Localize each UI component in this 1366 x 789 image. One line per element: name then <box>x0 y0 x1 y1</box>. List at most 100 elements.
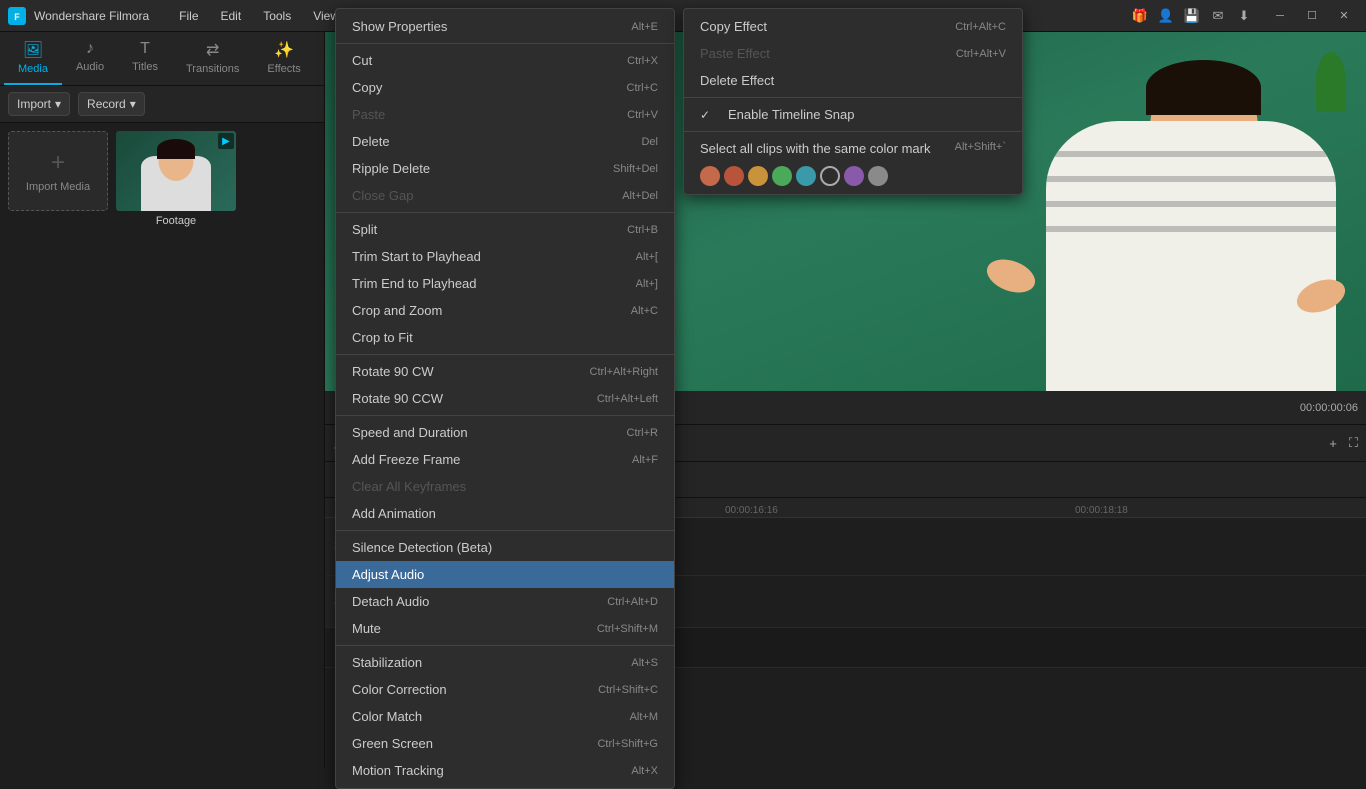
tab-media[interactable]: 🖼 Media <box>4 32 62 85</box>
account-icon[interactable]: 👤 <box>1156 6 1176 26</box>
fullscreen-button[interactable]: ⛶ <box>1349 435 1358 451</box>
tab-audio[interactable]: ♪ Audio <box>62 32 118 85</box>
cm-green-screen-label: Green Screen <box>352 736 589 751</box>
cm-speed-duration-label: Speed and Duration <box>352 425 619 440</box>
mail-icon[interactable]: ✉ <box>1208 6 1228 26</box>
tab-transitions[interactable]: ⇄ Transitions <box>172 32 253 85</box>
cm-rotate-ccw[interactable]: Rotate 90 CCW Ctrl+Alt+Left <box>336 385 674 412</box>
cm-copy-effect[interactable]: Copy Effect Ctrl+Alt+C <box>684 13 1022 40</box>
cm-sep-3 <box>336 354 674 355</box>
maximize-button[interactable]: ☐ <box>1298 6 1326 26</box>
color-swatch-orange[interactable] <box>748 166 768 186</box>
cm-paste-effect: Paste Effect Ctrl+Alt+V <box>684 40 1022 67</box>
cm-mute[interactable]: Mute Ctrl+Shift+M <box>336 615 674 642</box>
cm-detach-audio[interactable]: Detach Audio Ctrl+Alt+D <box>336 588 674 615</box>
cm-ripple-delete-label: Ripple Delete <box>352 161 605 176</box>
context-menu-effects: Copy Effect Ctrl+Alt+C Paste Effect Ctrl… <box>683 8 1023 195</box>
cm-color-correction[interactable]: Color Correction Ctrl+Shift+C <box>336 676 674 703</box>
app-title: Wondershare Filmora <box>34 9 149 23</box>
cm-rotate-cw[interactable]: Rotate 90 CW Ctrl+Alt+Right <box>336 358 674 385</box>
menu-file[interactable]: File <box>169 5 208 27</box>
cm-add-animation[interactable]: Add Animation <box>336 500 674 527</box>
cm-silence-detection[interactable]: Silence Detection (Beta) <box>336 534 674 561</box>
cm-rotate-cw-shortcut: Ctrl+Alt+Right <box>590 366 658 378</box>
cm-speed-duration[interactable]: Speed and Duration Ctrl+R <box>336 419 674 446</box>
cm-stabilization[interactable]: Stabilization Alt+S <box>336 649 674 676</box>
cm-rotate-ccw-shortcut: Ctrl+Alt+Left <box>597 393 658 405</box>
download-icon[interactable]: ⬇ <box>1234 6 1254 26</box>
color-swatch-purple[interactable] <box>844 166 864 186</box>
tab-titles[interactable]: T Titles <box>118 32 172 85</box>
cm-add-freeze[interactable]: Add Freeze Frame Alt+F <box>336 446 674 473</box>
cm-enable-snap-label: Enable Timeline Snap <box>728 107 998 122</box>
cm-sep-2 <box>336 212 674 213</box>
cm-motion-tracking-label: Motion Tracking <box>352 763 623 778</box>
cm-sep-5 <box>336 530 674 531</box>
ruler-mark-2: 00:00:16:16 <box>725 498 778 518</box>
menu-edit[interactable]: Edit <box>211 5 252 27</box>
cm-green-screen-shortcut: Ctrl+Shift+G <box>597 738 658 750</box>
tab-titles-label: Titles <box>132 61 158 73</box>
cm-crop-fit[interactable]: Crop to Fit <box>336 324 674 351</box>
cm-paste-label: Paste <box>352 107 619 122</box>
record-label: Record <box>87 97 126 111</box>
color-swatch-teal[interactable] <box>796 166 816 186</box>
close-button[interactable]: ✕ <box>1330 6 1358 26</box>
cm-cut-shortcut: Ctrl+X <box>627 55 658 67</box>
cm-copy-effect-shortcut: Ctrl+Alt+C <box>955 21 1006 33</box>
cm-clear-keyframes: Clear All Keyframes <box>336 473 674 500</box>
add-media-button[interactable]: + <box>1329 436 1337 451</box>
cm-ripple-delete[interactable]: Ripple Delete Shift+Del <box>336 155 674 182</box>
cm-copy[interactable]: Copy Ctrl+C <box>336 74 674 101</box>
cm-trim-end[interactable]: Trim End to Playhead Alt+] <box>336 270 674 297</box>
import-chevron-icon: ▾ <box>55 97 61 111</box>
cm-enable-snap[interactable]: ✓ Enable Timeline Snap <box>684 101 1022 128</box>
add-icon: + <box>51 149 65 177</box>
cm-show-properties[interactable]: Show Properties Alt+E <box>336 13 674 40</box>
cm-crop-zoom-shortcut: Alt+C <box>631 305 658 317</box>
gift-icon[interactable]: 🎁 <box>1130 6 1150 26</box>
color-swatch-red[interactable] <box>700 166 720 186</box>
cm-detach-audio-shortcut: Ctrl+Alt+D <box>607 596 658 608</box>
cm-select-color-mark[interactable]: Select all clips with the same color mar… <box>684 135 1022 162</box>
menu-tools[interactable]: Tools <box>253 5 301 27</box>
color-swatch-gray[interactable] <box>868 166 888 186</box>
tab-effects[interactable]: ✨ Effects <box>253 32 314 85</box>
cm-cut[interactable]: Cut Ctrl+X <box>336 47 674 74</box>
color-swatch-dark-red[interactable] <box>724 166 744 186</box>
title-icons: 🎁 👤 💾 ✉ ⬇ <box>1130 6 1254 26</box>
cm-paste: Paste Ctrl+V <box>336 101 674 128</box>
cm-adjust-audio[interactable]: Adjust Audio <box>336 561 674 588</box>
cm-effect-sep-1 <box>684 97 1022 98</box>
cm-show-properties-shortcut: Alt+E <box>631 21 658 33</box>
media-grid: + Import Media ▶ Footage <box>0 123 324 768</box>
cm-delete[interactable]: Delete Del <box>336 128 674 155</box>
save-icon[interactable]: 💾 <box>1182 6 1202 26</box>
import-dropdown[interactable]: Import ▾ <box>8 92 70 116</box>
cm-motion-tracking[interactable]: Motion Tracking Alt+X <box>336 757 674 784</box>
audio-tab-icon: ♪ <box>86 40 94 58</box>
minimize-button[interactable]: ─ <box>1266 6 1294 26</box>
cm-crop-zoom[interactable]: Crop and Zoom Alt+C <box>336 297 674 324</box>
color-swatch-green[interactable] <box>772 166 792 186</box>
import-media-button[interactable]: + Import Media <box>8 131 108 211</box>
cm-close-gap: Close Gap Alt+Del <box>336 182 674 209</box>
record-dropdown[interactable]: Record ▾ <box>78 92 145 116</box>
menubar: File Edit Tools View <box>169 5 349 27</box>
cm-trim-start[interactable]: Trim Start to Playhead Alt+[ <box>336 243 674 270</box>
cm-trim-end-shortcut: Alt+] <box>636 278 658 290</box>
cm-delete-effect[interactable]: Delete Effect <box>684 67 1022 94</box>
footage-thumbnail[interactable]: ▶ <box>116 131 236 211</box>
cm-paste-effect-shortcut: Ctrl+Alt+V <box>956 48 1006 60</box>
cm-split[interactable]: Split Ctrl+B <box>336 216 674 243</box>
color-swatch-white[interactable] <box>820 166 840 186</box>
cm-trim-start-shortcut: Alt+[ <box>636 251 658 263</box>
cm-color-correction-label: Color Correction <box>352 682 590 697</box>
tab-effects-label: Effects <box>267 63 300 75</box>
cm-stabilization-shortcut: Alt+S <box>631 657 658 669</box>
color-swatches-container <box>684 162 1022 190</box>
cm-color-match[interactable]: Color Match Alt+M <box>336 703 674 730</box>
cm-green-screen[interactable]: Green Screen Ctrl+Shift+G <box>336 730 674 757</box>
cm-color-correction-shortcut: Ctrl+Shift+C <box>598 684 658 696</box>
cm-copy-effect-label: Copy Effect <box>700 19 947 34</box>
